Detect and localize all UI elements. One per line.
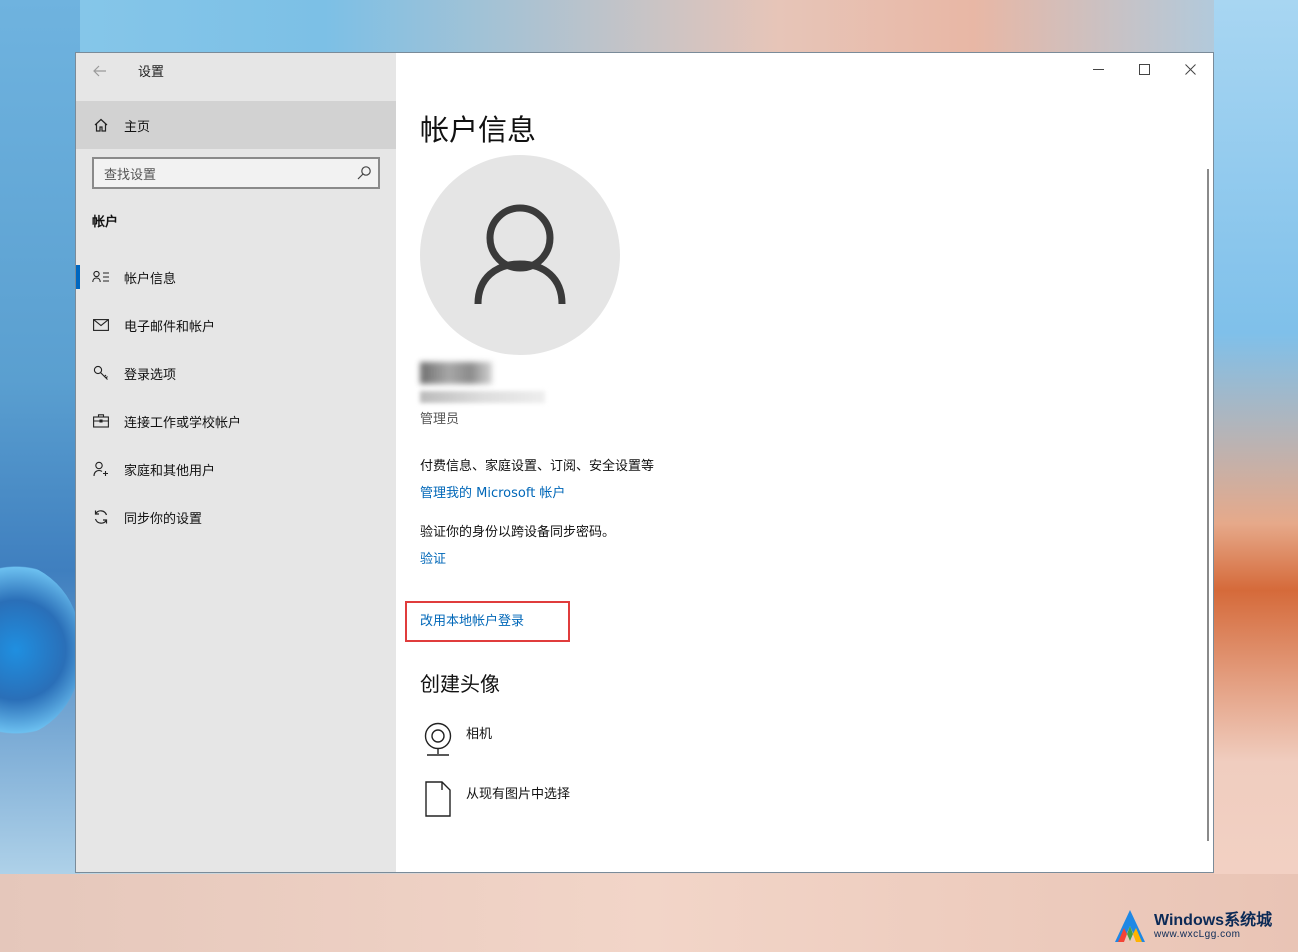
windows-logo-icon <box>1115 910 1145 942</box>
main-content: 帐户信息 管理员 付费信息、家庭设置、订阅、安全设置等 管理我的 Microso… <box>396 53 1213 872</box>
window-controls <box>1075 53 1213 85</box>
manage-account-link[interactable]: 管理我的 Microsoft 帐户 <box>420 482 565 501</box>
desktop-wallpaper-left <box>0 0 80 952</box>
billing-description: 付费信息、家庭设置、订阅、安全设置等 <box>420 459 655 474</box>
nav-list: 帐户信息 电子邮件和帐户 登录选项 连接工作或学校帐户 家庭和其他用户 同步你的… <box>76 253 396 541</box>
search-placeholder: 查找设置 <box>104 167 157 183</box>
sidebar-item-account-info[interactable]: 帐户信息 <box>76 253 396 301</box>
user-name-redacted <box>420 362 492 384</box>
search-input[interactable]: 查找设置 <box>92 157 380 189</box>
minimize-button[interactable] <box>1075 53 1121 85</box>
sidebar-item-sync[interactable]: 同步你的设置 <box>76 493 396 541</box>
add-person-icon <box>92 460 110 478</box>
mail-icon <box>92 316 110 334</box>
file-icon <box>420 779 456 819</box>
sidebar-item-label: 帐户信息 <box>124 271 177 287</box>
account-info-icon <box>92 268 110 286</box>
watermark: Windows系统城 www.wxcLgg.com <box>1110 904 1292 948</box>
maximize-button[interactable] <box>1121 53 1167 85</box>
sidebar-item-label: 电子邮件和帐户 <box>124 319 216 335</box>
key-icon <box>92 364 110 382</box>
create-avatar-title: 创建头像 <box>420 672 500 696</box>
maximize-icon <box>1138 63 1150 75</box>
sidebar-item-work-school[interactable]: 连接工作或学校帐户 <box>76 397 396 445</box>
titlebar: 设置 <box>76 53 396 89</box>
briefcase-icon <box>92 412 110 430</box>
sidebar-item-email[interactable]: 电子邮件和帐户 <box>76 301 396 349</box>
desktop-wallpaper-bottom <box>0 874 1298 952</box>
settings-window: 设置 主页 查找设置 帐户 帐户信息 电子邮件和帐户 登录选项 连接工作或学校帐… <box>75 52 1214 873</box>
home-icon <box>92 116 110 134</box>
home-nav-item[interactable]: 主页 <box>76 101 396 149</box>
sidebar-item-label: 连接工作或学校帐户 <box>124 415 242 431</box>
back-arrow-icon <box>93 65 106 77</box>
section-label: 帐户 <box>92 215 119 230</box>
search-icon[interactable] <box>356 165 372 181</box>
camera-label: 相机 <box>466 727 493 742</box>
window-title: 设置 <box>138 65 165 80</box>
sidebar-item-label: 登录选项 <box>124 367 177 383</box>
sidebar-item-family[interactable]: 家庭和其他用户 <box>76 445 396 493</box>
sidebar-item-label: 同步你的设置 <box>124 511 203 527</box>
local-account-link[interactable]: 改用本地帐户登录 <box>420 610 524 629</box>
user-avatar-icon <box>474 204 566 305</box>
sidebar-item-sign-in-options[interactable]: 登录选项 <box>76 349 396 397</box>
close-icon <box>1184 63 1196 75</box>
camera-option[interactable]: 相机 <box>420 719 492 759</box>
sidebar-item-label: 家庭和其他用户 <box>124 463 216 479</box>
back-button[interactable] <box>88 59 112 83</box>
scrollbar[interactable] <box>1207 169 1209 841</box>
watermark-url: www.wxcLgg.com <box>1154 929 1241 941</box>
verify-link[interactable]: 验证 <box>420 548 446 567</box>
page-title: 帐户信息 <box>420 113 537 147</box>
desktop-wallpaper-top <box>0 0 1298 52</box>
watermark-title: Windows系统城 <box>1154 911 1273 929</box>
desktop-wallpaper-right <box>1214 0 1298 952</box>
minimize-icon <box>1092 68 1104 70</box>
browse-label: 从现有图片中选择 <box>466 787 571 802</box>
avatar <box>420 155 620 355</box>
desktop-wallpaper-eye <box>0 560 80 740</box>
sync-icon <box>92 508 110 526</box>
camera-icon <box>420 719 456 759</box>
sidebar: 设置 主页 查找设置 帐户 帐户信息 电子邮件和帐户 登录选项 连接工作或学校帐… <box>76 53 396 872</box>
user-email-redacted <box>420 391 545 403</box>
user-role: 管理员 <box>420 412 460 427</box>
browse-option[interactable]: 从现有图片中选择 <box>420 779 570 819</box>
verify-description: 验证你的身份以跨设备同步密码。 <box>420 525 616 540</box>
close-button[interactable] <box>1167 53 1213 85</box>
home-label: 主页 <box>124 119 151 135</box>
